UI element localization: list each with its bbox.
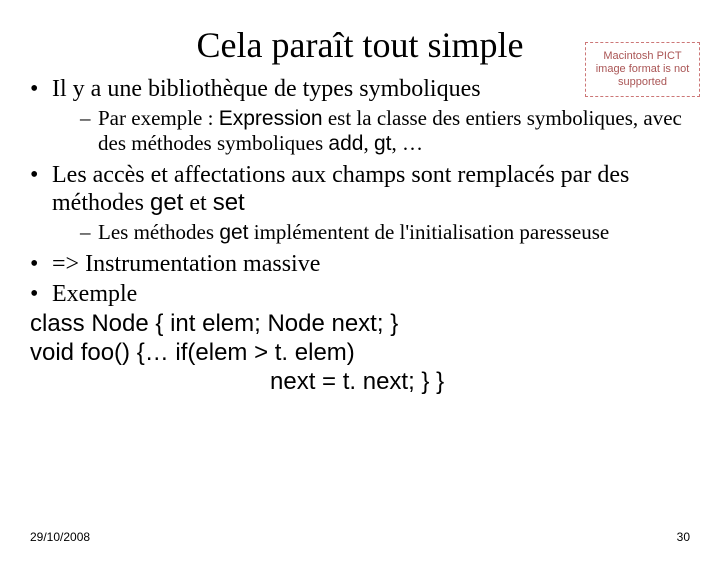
code-line-3: next = t. next; } } (270, 368, 444, 395)
bullet-1: Il y a une bibliothèque de types symboli… (30, 76, 690, 156)
code-line-1: class Node { int elem; Node next; } (30, 310, 398, 337)
sub1-add: add (328, 132, 363, 155)
code-block: class Node { int elem; Node next; } void… (30, 310, 690, 396)
bullet-3: => Instrumentation massive (30, 251, 690, 279)
bullet2-part-a: Les accès et affectations aux champs son… (52, 162, 629, 217)
sub2-part-a: Les méthodes (98, 220, 219, 244)
footer-page-number: 30 (677, 530, 690, 544)
bullet-4-text: Exemple (52, 281, 137, 307)
bullet2-set: set (213, 189, 245, 216)
bullet-4: Exemple (30, 281, 690, 309)
bullet-3-text: => Instrumentation massive (52, 251, 320, 277)
sub1-expression: Expression (219, 107, 323, 130)
sub1-part-a: Par exemple : (98, 106, 219, 130)
bullet2-get: get (150, 189, 183, 216)
footer-date: 29/10/2008 (30, 530, 90, 544)
bullet2-et: et (183, 190, 212, 216)
sub1-comma: , (363, 131, 374, 155)
code-line-2: void foo() {… if(elem > t. elem) (30, 339, 355, 366)
sub-bullet-1: Par exemple : Expression est la classe d… (80, 106, 690, 156)
bullet-1-text: Il y a une bibliothèque de types symboli… (52, 76, 481, 102)
slide: Macintosh PICT image format is not suppo… (0, 24, 720, 564)
sub2-get: get (219, 221, 248, 244)
bullet-2: Les accès et affectations aux champs son… (30, 162, 690, 245)
sub2-part-c: implémentent de l'initialisation paresse… (249, 220, 610, 244)
sub1-ellipsis: , … (391, 131, 423, 155)
slide-content: Il y a une bibliothèque de types symboli… (0, 76, 720, 397)
sub-bullet-2: Les méthodes get implémentent de l'initi… (80, 220, 690, 245)
sub1-gt: gt (374, 132, 392, 155)
